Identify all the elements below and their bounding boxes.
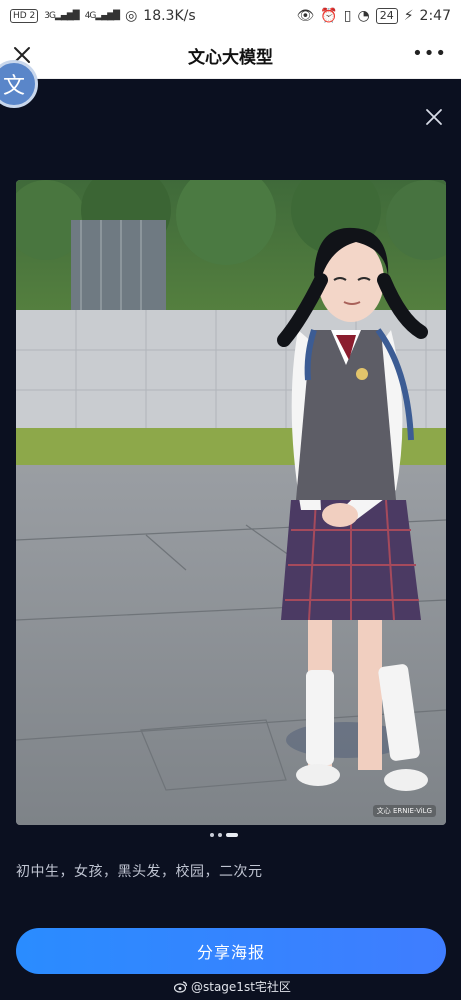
signal-3g: 3G▂▄▆█	[44, 11, 79, 21]
speed-icon: ◔	[357, 8, 370, 24]
status-left: HD 2 3G▂▄▆█ 4G▂▄▆█ ◎ 18.3K/s	[0, 8, 206, 24]
avatar-glyph: 文	[2, 74, 25, 99]
image-watermark: 文心 ERNIE-ViLG	[372, 805, 436, 817]
vibrate-icon: ▯	[343, 8, 352, 24]
weibo-handle: @stage1st宅社区	[191, 980, 291, 994]
hotspot-icon: ◎	[125, 8, 138, 24]
pager-dot[interactable]	[218, 833, 222, 837]
pager-dots	[210, 833, 238, 837]
battery-level: 24	[375, 8, 398, 24]
charging-icon: ⚡	[403, 8, 414, 24]
image-illustration	[16, 180, 446, 825]
pager-dot-active[interactable]	[226, 833, 238, 837]
share-poster-button[interactable]: 分享海报	[16, 928, 446, 974]
clock: 2:47	[419, 8, 451, 24]
pager-dot[interactable]	[210, 833, 214, 837]
alarm-icon: ⏰	[320, 8, 338, 24]
prompt-text: 初中生，女孩，黑头发，校园，二次元	[16, 864, 263, 880]
eye-icon: 👁	[296, 8, 315, 24]
page-title: 文心大模型	[188, 47, 273, 68]
more-menu-button[interactable]: •••	[412, 43, 447, 64]
signal-4g: 4G▂▄▆█	[84, 11, 120, 21]
status-bar: HD 2 3G▂▄▆█ 4G▂▄▆█ ◎ 18.3K/s 👁 ⏰ ▯ ◔ 24 …	[0, 0, 461, 32]
overlay-close-icon[interactable]	[423, 106, 445, 128]
weibo-icon	[174, 980, 188, 993]
generated-image[interactable]: 文心 ERNIE-ViLG	[16, 180, 446, 825]
status-right: 👁 ⏰ ▯ ◔ 24 ⚡ 2:47	[287, 8, 461, 24]
network-speed: 18.3K/s	[143, 8, 196, 24]
nav-bar: 文心大模型 •••	[0, 32, 461, 79]
share-poster-label: 分享海报	[196, 943, 265, 962]
weibo-watermark: @stage1st宅社区	[174, 978, 291, 995]
hd-indicator: HD 2	[10, 9, 39, 23]
